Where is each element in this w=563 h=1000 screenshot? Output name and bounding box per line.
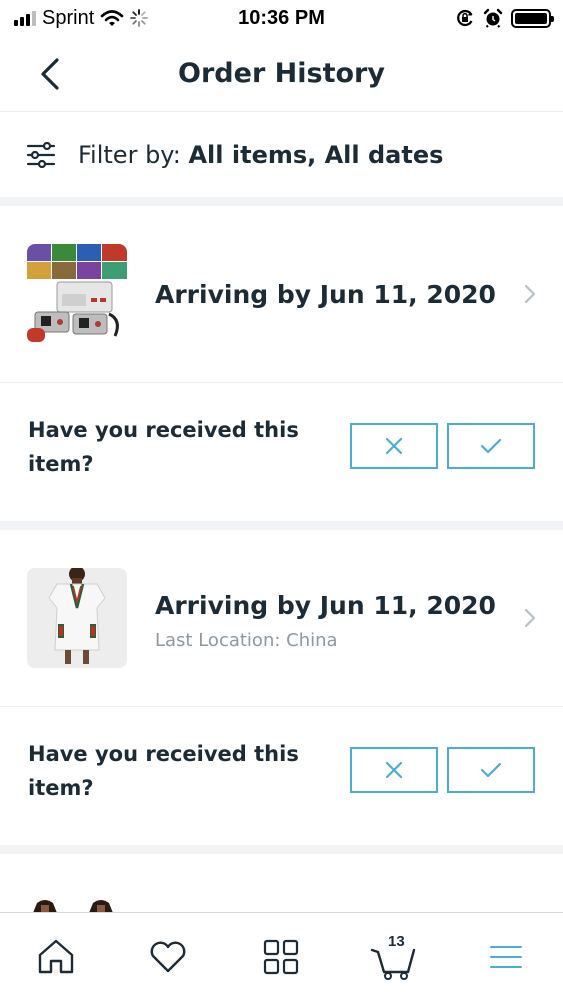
order-info: Arriving by Jun 11, 2020 Last Location: … xyxy=(155,591,496,651)
status-bar: Sprint 10:36 PM xyxy=(0,0,563,36)
order-card xyxy=(0,854,563,912)
received-prompt: Have you received this item? xyxy=(0,383,563,521)
cart-count-badge: 13 xyxy=(388,933,405,950)
order-card: Arriving by Jun 11, 2020 Last Location: … xyxy=(0,530,563,845)
received-prompt: Have you received this item? xyxy=(0,707,563,845)
filter-sliders-icon xyxy=(26,142,56,168)
close-icon xyxy=(385,761,403,779)
page-title: Order History xyxy=(178,58,385,89)
filter-button[interactable]: Filter by: All items, All dates xyxy=(0,113,563,197)
back-button[interactable] xyxy=(30,52,70,96)
order-summary-row[interactable]: Arriving by Jun 11, 2020 Last Location: … xyxy=(0,530,563,707)
arrival-status: Arriving by Jun 11, 2020 xyxy=(155,279,496,309)
section-divider xyxy=(0,521,563,530)
wifi-icon xyxy=(100,10,124,26)
received-button[interactable] xyxy=(447,747,535,793)
white-dress-image xyxy=(27,568,127,668)
received-button[interactable] xyxy=(447,423,535,469)
filter-label: Filter by: xyxy=(78,141,181,169)
grid-icon xyxy=(263,939,299,975)
chevron-right-icon xyxy=(524,284,536,304)
not-received-button[interactable] xyxy=(350,747,438,793)
nav-wishlist[interactable] xyxy=(128,913,208,1000)
section-divider xyxy=(0,197,563,206)
heart-icon xyxy=(150,941,186,973)
order-info: Arriving by Jun 11, 2020 xyxy=(155,280,496,309)
back-arrow-icon xyxy=(41,58,59,90)
signal-icon xyxy=(14,10,36,26)
filter-text: Filter by: All items, All dates xyxy=(78,141,443,169)
close-icon xyxy=(385,437,403,455)
section-divider xyxy=(0,845,563,854)
loading-icon xyxy=(130,9,149,27)
checkmark-icon xyxy=(480,762,502,778)
menu-icon xyxy=(490,946,522,968)
not-received-button[interactable] xyxy=(350,423,438,469)
nav-home[interactable] xyxy=(16,913,96,1000)
nav-categories[interactable] xyxy=(241,913,321,1000)
checkmark-icon xyxy=(480,438,502,454)
status-left: Sprint xyxy=(14,6,149,30)
header: Order History xyxy=(0,36,563,112)
status-right xyxy=(455,8,554,28)
order-history-screen: Sprint 10:36 PM Order History Filter by:… xyxy=(0,0,563,1000)
nav-cart[interactable]: 13 xyxy=(354,913,434,1000)
nav-menu[interactable] xyxy=(466,913,546,1000)
last-location: Last Location: China xyxy=(155,630,338,651)
filter-value: All items, All dates xyxy=(188,141,444,169)
alarm-icon xyxy=(483,8,503,28)
product-thumbnail xyxy=(27,898,127,912)
received-question: Have you received this item? xyxy=(28,418,299,476)
chevron-right-icon xyxy=(524,608,536,628)
bottom-nav: 13 xyxy=(0,912,563,1000)
retro-game-console-image xyxy=(27,244,127,344)
received-question: Have you received this item? xyxy=(28,742,299,800)
carrier-name: Sprint xyxy=(42,6,95,29)
order-summary-row[interactable]: Arriving by Jun 11, 2020 xyxy=(0,206,563,383)
arrival-status: Arriving by Jun 11, 2020 xyxy=(155,591,496,620)
orientation-lock-icon xyxy=(457,9,473,27)
battery-icon xyxy=(511,8,554,28)
order-card: Arriving by Jun 11, 2020 Have you receiv… xyxy=(0,206,563,521)
home-icon xyxy=(38,939,74,974)
